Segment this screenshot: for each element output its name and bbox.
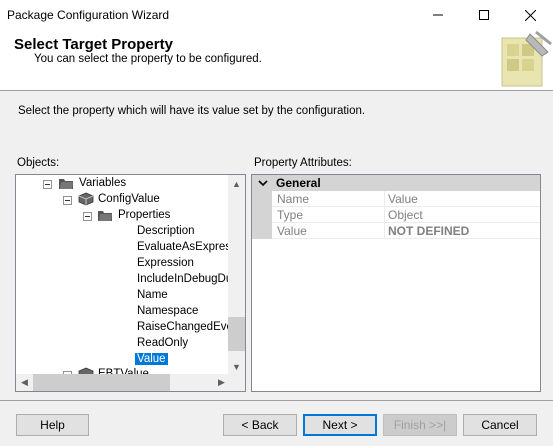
- tree-item-property[interactable]: ReadOnly: [137, 335, 188, 351]
- folder-icon: [98, 211, 112, 221]
- page-subtitle: You can select the property to be config…: [34, 53, 262, 65]
- collapse-toggle-variables[interactable]: [43, 180, 52, 189]
- row-gutter: [252, 207, 272, 223]
- category-label: General: [276, 176, 321, 190]
- button-bar: Help < Back Next > Finish >>| Cancel: [0, 400, 553, 446]
- collapse-toggle-configvalue[interactable]: [63, 196, 72, 205]
- collapse-toggle-properties[interactable]: [83, 212, 92, 221]
- finish-button[interactable]: Finish >>|: [383, 414, 457, 436]
- wizard-puzzle-icon: [501, 30, 552, 87]
- property-row[interactable]: Name Value: [252, 191, 540, 207]
- property-attributes-label: Property Attributes:: [254, 157, 352, 169]
- tree-item-property[interactable]: Namespace: [137, 303, 198, 319]
- property-attributes-grid[interactable]: General Name Value Type Object Value NOT…: [251, 174, 541, 392]
- property-row[interactable]: Type Object: [252, 207, 540, 223]
- help-button[interactable]: Help: [16, 414, 89, 436]
- scroll-left-icon[interactable]: ◀: [16, 374, 33, 391]
- row-gutter: [252, 223, 272, 239]
- next-button[interactable]: Next >: [303, 414, 377, 436]
- tree-vertical-scroll-thumb[interactable]: [228, 317, 245, 351]
- tree-item-property[interactable]: IncludeInDebugDur: [137, 271, 230, 287]
- minimize-icon: [433, 14, 443, 16]
- page-title: Select Target Property: [14, 36, 173, 53]
- property-row[interactable]: Value NOT DEFINED: [252, 223, 540, 239]
- property-name: Type: [272, 207, 385, 223]
- tree-node-variables[interactable]: Variables: [79, 175, 126, 191]
- selected-item-label: Value: [135, 353, 168, 365]
- tree-item-selected[interactable]: Value: [135, 351, 168, 367]
- tree-vertical-scrollbar[interactable]: ▲ ▼: [228, 175, 245, 375]
- maximize-icon: [479, 10, 489, 20]
- tree-item-property[interactable]: Expression: [137, 255, 194, 271]
- property-value: Value: [385, 191, 540, 207]
- wizard-header: Select Target Property You can select th…: [0, 30, 553, 90]
- back-button[interactable]: < Back: [223, 414, 297, 436]
- maximize-button[interactable]: [461, 0, 507, 30]
- scroll-up-icon[interactable]: ▲: [228, 175, 245, 192]
- objects-tree[interactable]: Variables ConfigValue Properties Descrip…: [15, 174, 246, 392]
- tree-item-property[interactable]: EvaluateAsExpressi: [137, 239, 230, 255]
- tree-item-property[interactable]: Description: [137, 223, 195, 239]
- instruction-text: Select the property which will have its …: [18, 105, 366, 117]
- folder-icon: [59, 179, 73, 189]
- property-name: Name: [272, 191, 385, 207]
- tree-node-properties[interactable]: Properties: [118, 207, 170, 223]
- scrollbar-corner: [228, 374, 245, 391]
- category-general[interactable]: General: [252, 175, 540, 191]
- tree-item-property[interactable]: RaiseChangedEver: [137, 319, 230, 335]
- property-name: Value: [272, 223, 385, 239]
- tree-node-configvalue[interactable]: ConfigValue: [98, 191, 160, 207]
- minimize-button[interactable]: [415, 0, 461, 30]
- property-value: NOT DEFINED: [385, 223, 540, 239]
- cancel-button[interactable]: Cancel: [463, 414, 537, 436]
- title-bar: Package Configuration Wizard: [0, 0, 553, 30]
- property-value: Object: [385, 207, 540, 223]
- scroll-down-icon[interactable]: ▼: [228, 358, 245, 375]
- objects-label: Objects:: [17, 157, 60, 169]
- close-button[interactable]: [507, 0, 553, 30]
- tree-horizontal-scrollbar[interactable]: ◀ ▶: [16, 374, 245, 391]
- variable-icon: [78, 192, 94, 206]
- tree-item-property[interactable]: Name: [137, 287, 168, 303]
- close-icon: [524, 9, 536, 21]
- window-title: Package Configuration Wizard: [7, 8, 170, 22]
- tree-horizontal-scroll-thumb[interactable]: [33, 374, 170, 391]
- row-gutter: [252, 191, 272, 207]
- wizard-body: Select the property which will have its …: [0, 90, 553, 446]
